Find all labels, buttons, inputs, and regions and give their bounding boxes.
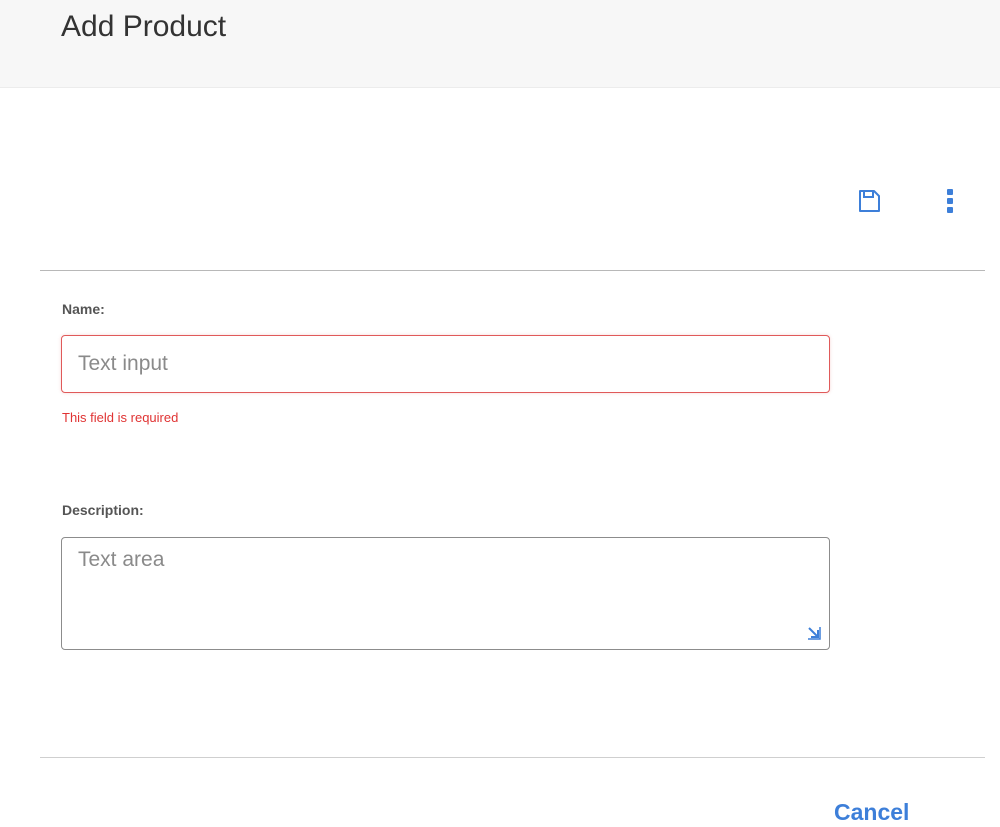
name-label: Name:: [62, 301, 105, 317]
resize-handle-icon[interactable]: [806, 625, 822, 641]
save-button[interactable]: [852, 184, 886, 218]
description-label: Description:: [62, 502, 144, 518]
more-options-button[interactable]: [936, 184, 964, 218]
save-icon: [859, 190, 880, 212]
add-product-dialog: Add Product Name: This field is required…: [0, 0, 1000, 827]
dialog-header: Add Product: [0, 0, 1000, 88]
cancel-button[interactable]: Cancel: [822, 797, 921, 827]
name-error-message: This field is required: [62, 410, 179, 425]
dialog-title: Add Product: [61, 10, 227, 43]
toolbar-divider: [40, 270, 985, 271]
footer-divider: [40, 757, 985, 758]
description-textarea[interactable]: [61, 537, 830, 650]
more-vertical-icon: [947, 189, 953, 213]
name-input[interactable]: [61, 335, 830, 393]
